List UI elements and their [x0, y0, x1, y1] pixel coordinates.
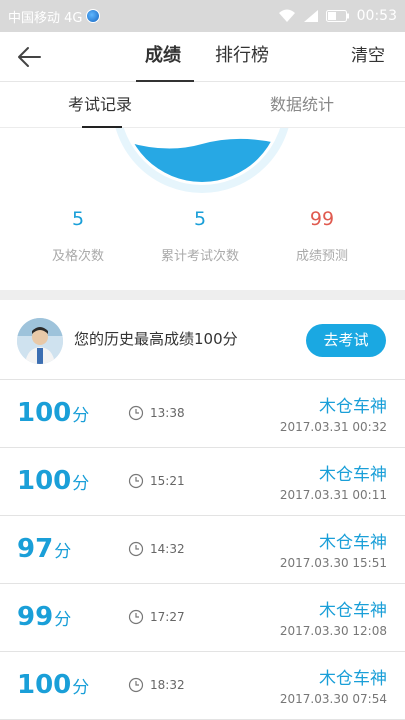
record-score: 99分 [17, 602, 71, 632]
record-date: 2017.03.31 00:11 [279, 488, 387, 502]
record-duration: 13:38 [150, 406, 185, 420]
tab-ranking[interactable]: 排行榜 [212, 32, 272, 82]
stat-score-prediction: 99 成绩预测 [262, 205, 382, 264]
tab-exam-records-label: 考试记录 [68, 95, 133, 114]
tab-exam-records[interactable]: 考试记录 [68, 82, 132, 128]
stat-value: 99 [309, 208, 335, 230]
score-value: 100 [17, 670, 72, 700]
stat-total-exams: 5 累计考试次数 [140, 205, 260, 264]
record-user-name: 木仓车神 [319, 601, 387, 621]
clock-time: 00:53 [356, 8, 397, 24]
list-item[interactable]: 100分 13:38 木仓车神 2017.03.31 00:32 [0, 380, 405, 448]
take-exam-button[interactable]: 去考试 [306, 324, 386, 357]
score-unit: 分 [72, 678, 90, 698]
carrier-info: 中国移动 4G [8, 7, 101, 26]
sub-tabs: 考试记录 数据统计 [0, 82, 405, 128]
wifi-icon [278, 9, 296, 23]
record-score: 100分 [17, 398, 89, 428]
record-score: 100分 [17, 466, 89, 496]
score-value: 100 [17, 398, 72, 428]
avatar [17, 318, 63, 364]
tab-data-stats[interactable]: 数据统计 [270, 82, 334, 128]
tab-scores[interactable]: 成绩 [136, 32, 194, 82]
record-duration: 15:21 [150, 474, 185, 488]
score-unit: 分 [72, 406, 90, 426]
record-user-name: 木仓车神 [319, 533, 387, 553]
battery-icon [325, 10, 350, 22]
clear-button[interactable]: 清空 [351, 32, 385, 82]
record-date: 2017.03.30 15:51 [279, 556, 387, 570]
exam-records-list: 100分 13:38 木仓车神 2017.03.31 00:32 100分 15… [0, 380, 405, 720]
list-item[interactable]: 100分 15:21 木仓车神 2017.03.31 00:11 [0, 448, 405, 516]
stat-label: 成绩预测 [295, 249, 348, 264]
signal-icon [303, 9, 319, 23]
score-gauge [0, 128, 405, 198]
stats-panel: 5 及格次数 5 累计考试次数 99 成绩预测 [0, 205, 405, 285]
score-unit: 分 [72, 474, 90, 494]
list-item[interactable]: 99分 17:27 木仓车神 2017.03.30 12:08 [0, 584, 405, 652]
back-button[interactable] [14, 42, 44, 72]
stat-value: 5 [193, 208, 207, 230]
score-value: 100 [17, 466, 72, 496]
clock-icon [128, 609, 144, 625]
carrier-label: 中国移动 4G [8, 10, 83, 26]
record-user-name: 木仓车神 [319, 465, 387, 485]
best-score-row: 您的历史最高成绩100分 去考试 [0, 300, 405, 380]
list-item[interactable]: 97分 14:32 木仓车神 2017.03.30 15:51 [0, 516, 405, 584]
best-score-text: 您的历史最高成绩100分 [74, 330, 238, 348]
record-duration: 18:32 [150, 678, 185, 692]
browser-globe-icon [86, 9, 101, 23]
record-date: 2017.03.30 12:08 [279, 624, 387, 638]
clock-icon [128, 405, 144, 421]
clock-icon [128, 541, 144, 557]
score-unit: 分 [54, 610, 72, 630]
tab-data-stats-label: 数据统计 [270, 95, 335, 114]
tab-ranking-label: 排行榜 [215, 45, 269, 66]
back-arrow-icon [18, 47, 41, 67]
record-duration: 14:32 [150, 542, 185, 556]
record-duration: 17:27 [150, 610, 185, 624]
list-item[interactable]: 100分 18:32 木仓车神 2017.03.30 07:54 [0, 652, 405, 720]
stat-label: 累计考试次数 [160, 249, 239, 264]
stat-pass-count: 5 及格次数 [18, 205, 138, 264]
score-unit: 分 [54, 542, 72, 562]
record-date: 2017.03.31 00:32 [279, 420, 387, 434]
record-score: 100分 [17, 670, 89, 700]
record-score: 97分 [17, 534, 71, 564]
record-date: 2017.03.30 07:54 [279, 692, 387, 706]
tab-scores-label: 成绩 [145, 45, 181, 66]
score-value: 97 [17, 534, 54, 564]
clock-icon [128, 473, 144, 489]
stat-value: 5 [71, 208, 85, 230]
score-value: 99 [17, 602, 54, 632]
record-user-name: 木仓车神 [319, 397, 387, 417]
record-user-name: 木仓车神 [319, 669, 387, 689]
top-nav: 成绩 排行榜 清空 [0, 32, 405, 82]
clock-icon [128, 677, 144, 693]
section-divider [0, 290, 405, 300]
stat-label: 及格次数 [51, 249, 104, 264]
status-bar: 中国移动 4G 00:53 [0, 0, 405, 32]
